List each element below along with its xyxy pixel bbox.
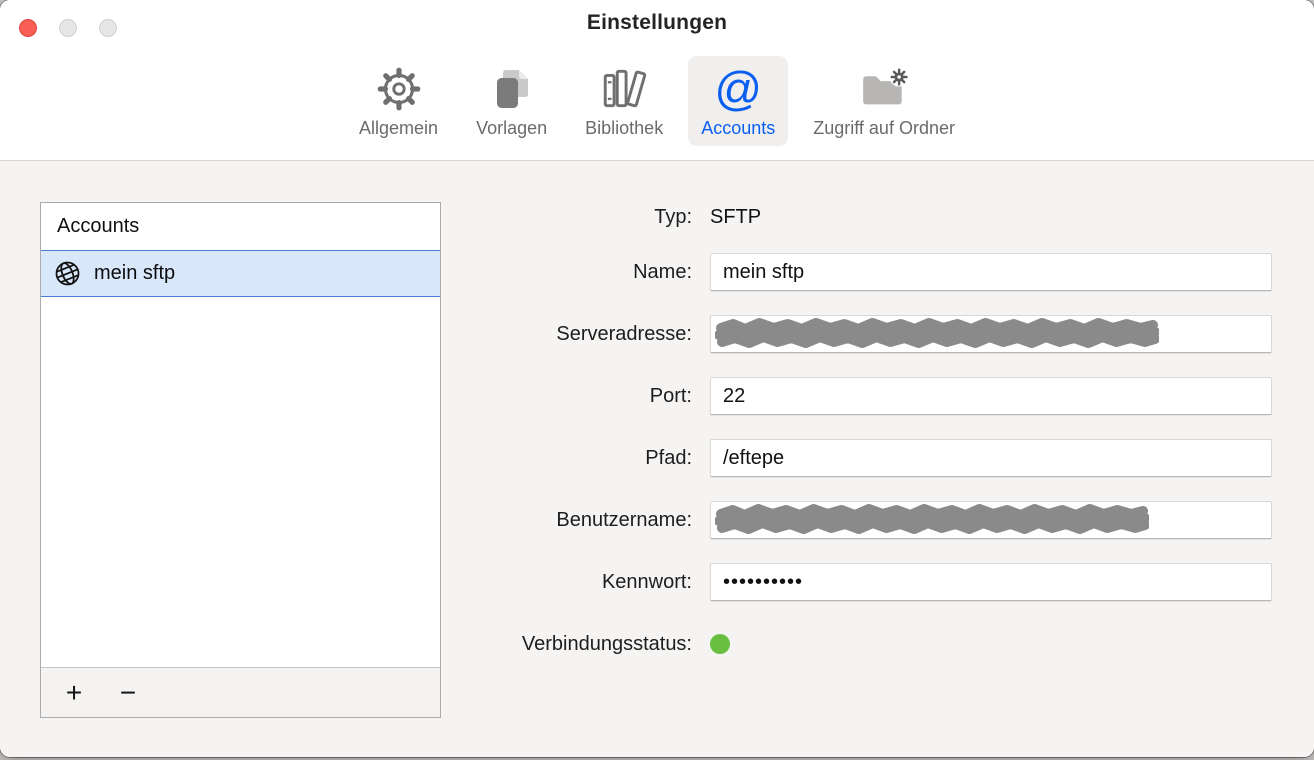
window-title: Einstellungen [587, 11, 727, 35]
folder-gear-icon [858, 61, 910, 114]
at-icon: @ [714, 61, 762, 114]
accounts-pane: Accounts mein sftp [0, 161, 1314, 757]
kennwort-field[interactable] [710, 563, 1272, 601]
tab-label: Vorlagen [476, 118, 547, 139]
kennwort-row: Kennwort: [450, 563, 1272, 601]
tab-label: Bibliothek [585, 118, 663, 139]
globe-icon [54, 260, 81, 287]
tab-label: Allgemein [359, 118, 438, 139]
traffic-lights [19, 19, 117, 37]
titlebar: Einstellungen [0, 0, 1314, 46]
pfad-label: Pfad: [450, 447, 710, 470]
accounts-list-panel: Accounts mein sftp [40, 202, 441, 718]
port-row: Port: [450, 377, 1272, 415]
minimize-button[interactable] [59, 19, 77, 37]
kennwort-label: Kennwort: [450, 571, 710, 594]
tab-allgemein[interactable]: Allgemein [346, 56, 451, 146]
typ-value: SFTP [710, 206, 761, 229]
remove-account-button[interactable]: − [109, 673, 147, 713]
name-field[interactable] [710, 253, 1272, 291]
port-label: Port: [450, 385, 710, 408]
zoom-button[interactable] [99, 19, 117, 37]
benutzername-field[interactable] [710, 501, 1272, 539]
books-icon [599, 61, 649, 114]
benutzername-row: Benutzername: [450, 501, 1272, 539]
verbindungsstatus-row: Verbindungsstatus: [450, 625, 1272, 663]
toolbar-tabs: Allgemein Vorlagen [0, 46, 1314, 160]
typ-row: Typ: SFTP [450, 198, 1272, 236]
name-row: Name: [450, 253, 1272, 291]
add-account-button[interactable]: + [55, 673, 93, 713]
close-button[interactable] [19, 19, 37, 37]
gear-icon [374, 61, 424, 114]
typ-label: Typ: [450, 206, 710, 229]
tab-label: Zugriff auf Ordner [813, 118, 955, 139]
pfad-row: Pfad: [450, 439, 1272, 477]
pfad-field[interactable] [710, 439, 1272, 477]
accounts-list-body [41, 297, 440, 667]
verbindungsstatus-label: Verbindungsstatus: [450, 633, 710, 656]
tab-vorlagen[interactable]: Vorlagen [463, 56, 560, 146]
name-label: Name: [450, 261, 710, 284]
tab-accounts[interactable]: @ Accounts [688, 56, 788, 146]
window-chrome: Einstellungen [0, 0, 1314, 161]
serveradresse-label: Serveradresse: [450, 323, 710, 346]
accounts-list-header: Accounts [41, 203, 440, 250]
accounts-list-footer: + − [41, 667, 440, 717]
serveradresse-row: Serveradresse: [450, 315, 1272, 353]
account-form: Typ: SFTP Name: Serveradresse: [450, 198, 1272, 687]
settings-window: Einstellungen [0, 0, 1314, 757]
port-field[interactable] [710, 377, 1272, 415]
serveradresse-field[interactable] [710, 315, 1272, 353]
tab-label: Accounts [701, 118, 775, 139]
account-name: mein sftp [94, 262, 175, 285]
account-list-item[interactable]: mein sftp [41, 250, 440, 297]
tab-bibliothek[interactable]: Bibliothek [572, 56, 676, 146]
documents-icon [488, 61, 536, 114]
benutzername-label: Benutzername: [450, 509, 710, 532]
tab-zugriff-auf-ordner[interactable]: Zugriff auf Ordner [800, 56, 968, 146]
connection-status-indicator [710, 634, 730, 654]
